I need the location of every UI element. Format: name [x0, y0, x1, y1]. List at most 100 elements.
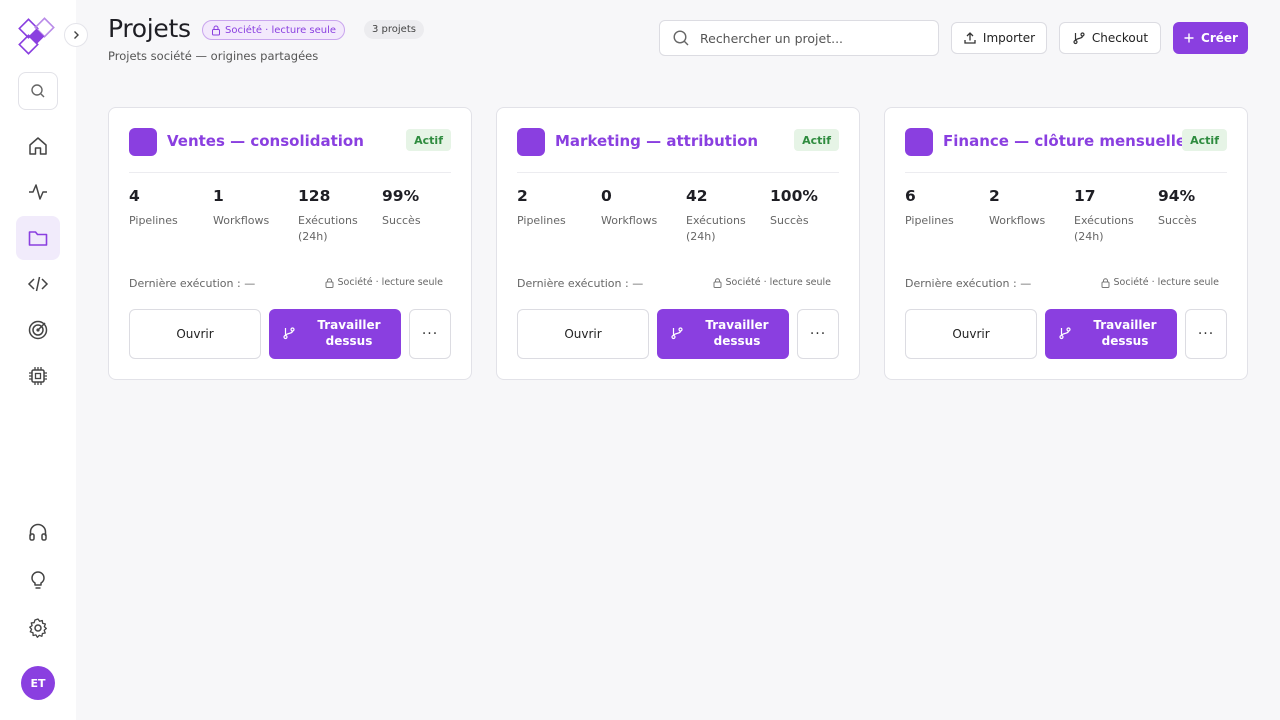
readonly-badge: Société · lecture seule — [202, 20, 346, 40]
stat-value: 0 — [601, 187, 612, 205]
avatar[interactable]: ET — [21, 666, 55, 700]
sidebar: ET — [0, 0, 88, 720]
open-button[interactable]: Ouvrir — [905, 309, 1037, 359]
git-branch-icon — [671, 327, 683, 340]
stat-label: Workflows — [989, 214, 1046, 227]
work-on-button-label: Travailler dessus — [705, 318, 769, 348]
stat-workflows: 2 Workflows — [989, 187, 1071, 229]
sidebar-item-ideas[interactable] — [16, 558, 60, 602]
card-readonly-label: Société · lecture seule — [1101, 277, 1220, 288]
stat-value: 6 — [905, 187, 916, 205]
project-icon — [129, 128, 157, 156]
sidebar-collapse-button[interactable] — [64, 23, 88, 47]
stat-value: 4 — [129, 187, 140, 205]
stat-label: Workflows — [601, 214, 658, 227]
project-card: Finance — clôture mensuelle Actif 6 Pipe… — [884, 107, 1248, 380]
stat-workflows: 0 Workflows — [601, 187, 683, 229]
status-badge: Actif — [1182, 129, 1227, 151]
sidebar-item-code[interactable] — [16, 262, 60, 306]
target-icon — [28, 320, 48, 340]
divider — [517, 172, 839, 173]
project-search — [659, 20, 939, 56]
project-icon — [517, 128, 545, 156]
last-run: Dernière exécution : — — [905, 277, 1032, 290]
sidebar-item-compute[interactable] — [16, 354, 60, 398]
divider — [905, 172, 1227, 173]
stat-label: Exécutions (24h) — [686, 214, 746, 243]
activity-icon — [29, 184, 47, 200]
stat-label: Pipelines — [129, 214, 178, 227]
cpu-icon — [29, 367, 47, 385]
sidebar-item-activity[interactable] — [16, 170, 60, 214]
lock-icon — [713, 277, 721, 288]
logo-icon[interactable] — [16, 16, 60, 60]
stat-label: Succès — [770, 214, 809, 227]
folder-icon — [28, 231, 48, 246]
upload-icon — [964, 32, 976, 44]
code-icon — [27, 276, 49, 292]
project-count-badge: 3 projets — [364, 20, 424, 39]
import-button[interactable]: Importer — [951, 22, 1047, 54]
chevron-right-icon — [74, 31, 79, 39]
stat-pipelines: 2 Pipelines — [517, 187, 599, 229]
work-on-button[interactable]: Travailler dessus — [269, 309, 401, 359]
project-icon — [905, 128, 933, 156]
stat-label: Pipelines — [517, 214, 566, 227]
card-readonly-label: Société · lecture seule — [325, 277, 444, 288]
more-options-button[interactable]: ··· — [409, 309, 451, 359]
card-readonly-text: Société · lecture seule — [337, 277, 444, 288]
lightbulb-icon — [31, 571, 45, 589]
search-icon — [673, 30, 689, 46]
checkout-button-label: Checkout — [1091, 31, 1149, 45]
lock-icon — [212, 25, 220, 35]
git-branch-icon — [1059, 327, 1071, 340]
more-options-button[interactable]: ··· — [797, 309, 839, 359]
sidebar-item-support[interactable] — [16, 510, 60, 554]
import-button-label: Importer — [982, 31, 1036, 45]
stat-value: 128 — [298, 187, 331, 205]
lock-icon — [325, 277, 333, 288]
stat-value: 100% — [770, 187, 818, 205]
lock-icon — [1101, 277, 1109, 288]
divider — [129, 172, 451, 173]
sidebar-item-projects[interactable] — [16, 216, 60, 260]
stat-success: 99% Succès — [382, 187, 464, 229]
search-icon — [31, 84, 45, 98]
last-run: Dernière exécution : — — [517, 277, 644, 290]
stat-value: 94% — [1158, 187, 1196, 205]
open-button[interactable]: Ouvrir — [129, 309, 261, 359]
project-card: Marketing — attribution Actif 2 Pipeline… — [496, 107, 860, 380]
project-card: Ventes — consolidation Actif 4 Pipelines… — [108, 107, 472, 380]
gear-icon — [29, 618, 47, 638]
search-input[interactable] — [700, 30, 920, 46]
stat-value: 17 — [1074, 187, 1096, 205]
stat-label: Succès — [382, 214, 421, 227]
work-on-button-label: Travailler dessus — [1093, 318, 1157, 348]
stat-pipelines: 4 Pipelines — [129, 187, 211, 229]
work-on-button[interactable]: Travailler dessus — [657, 309, 789, 359]
status-badge: Actif — [406, 129, 451, 151]
sidebar-item-home[interactable] — [16, 124, 60, 168]
open-button[interactable]: Ouvrir — [517, 309, 649, 359]
stat-label: Exécutions (24h) — [1074, 214, 1134, 243]
project-name[interactable]: Marketing — attribution — [555, 132, 758, 150]
project-name[interactable]: Ventes — consolidation — [167, 132, 364, 150]
stat-success: 100% Succès — [770, 187, 852, 229]
stat-workflows: 1 Workflows — [213, 187, 295, 229]
stat-executions: 42 Exécutions (24h) — [686, 187, 764, 245]
sidebar-search-button[interactable] — [18, 72, 58, 110]
stat-value: 2 — [989, 187, 1000, 205]
create-button-label: Créer — [1201, 31, 1238, 45]
card-readonly-text: Société · lecture seule — [1113, 277, 1220, 288]
checkout-button[interactable]: Checkout — [1059, 22, 1161, 54]
create-button[interactable]: Créer — [1173, 22, 1248, 54]
status-badge: Actif — [794, 129, 839, 151]
sidebar-item-settings[interactable] — [16, 606, 60, 650]
more-options-button[interactable]: ··· — [1185, 309, 1227, 359]
stat-label: Exécutions (24h) — [298, 214, 358, 243]
project-name[interactable]: Finance — clôture mensuelle — [943, 132, 1186, 150]
stat-success: 94% Succès — [1158, 187, 1240, 229]
work-on-button[interactable]: Travailler dessus — [1045, 309, 1177, 359]
stat-value: 42 — [686, 187, 708, 205]
sidebar-item-targets[interactable] — [16, 308, 60, 352]
